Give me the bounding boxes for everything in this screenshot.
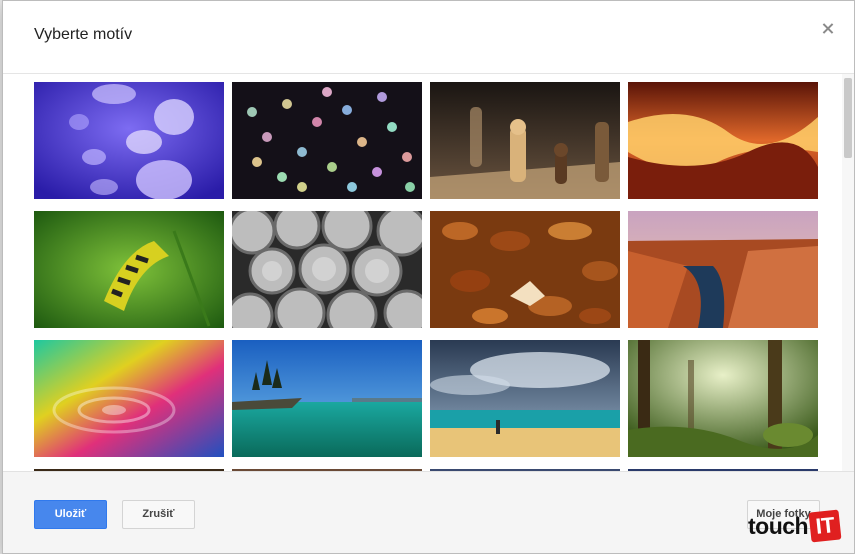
canyon-waves-image (628, 82, 818, 199)
theme-thumb-lake-trees[interactable] (232, 340, 422, 457)
grand-canyon-image (628, 211, 818, 328)
theme-grid (34, 82, 818, 471)
jellyfish-image (34, 82, 224, 199)
watermark-text: touch (748, 512, 809, 539)
theme-thumb-rainbow-water[interactable] (34, 340, 224, 457)
theme-thumb-jellyfish[interactable] (34, 82, 224, 199)
theme-thumb-pipes[interactable] (232, 211, 422, 328)
caterpillar-image (34, 211, 224, 328)
chess-image (430, 82, 620, 199)
rainbow-water-image (34, 340, 224, 457)
theme-gallery[interactable] (3, 74, 854, 471)
dialog-header: Vyberte motív (3, 1, 854, 74)
autumn-leaves-image (430, 211, 620, 328)
theme-thumb-chess[interactable] (430, 82, 620, 199)
theme-thumb-beach[interactable] (430, 340, 620, 457)
theme-thumb-caterpillar[interactable] (34, 211, 224, 328)
scrollbar-thumb[interactable] (844, 78, 852, 158)
touchit-watermark-logo: touch IT (748, 508, 842, 544)
save-button[interactable]: Uložiť (34, 500, 107, 529)
dialog-footer: Uložiť Zrušiť Moje fotky (3, 471, 854, 553)
theme-thumb-forest[interactable] (628, 340, 818, 457)
theme-dialog: Vyberte motív Uložiť Zrušiť Moje fotky (2, 0, 855, 554)
dialog-title: Vyberte motív (34, 26, 133, 43)
close-icon[interactable] (818, 19, 838, 39)
scrollbar-track[interactable] (842, 74, 854, 471)
cancel-button[interactable]: Zrušiť (122, 500, 195, 529)
theme-thumb-canyon-waves[interactable] (628, 82, 818, 199)
theme-thumb-autumn-leaves[interactable] (430, 211, 620, 328)
lake-trees-image (232, 340, 422, 457)
watermark-box: IT (808, 509, 842, 543)
theme-thumb-bokeh[interactable] (232, 82, 422, 199)
pipes-image (232, 211, 422, 328)
theme-thumb-grand-canyon[interactable] (628, 211, 818, 328)
beach-image (430, 340, 620, 457)
bokeh-image (232, 82, 422, 199)
forest-image (628, 340, 818, 457)
